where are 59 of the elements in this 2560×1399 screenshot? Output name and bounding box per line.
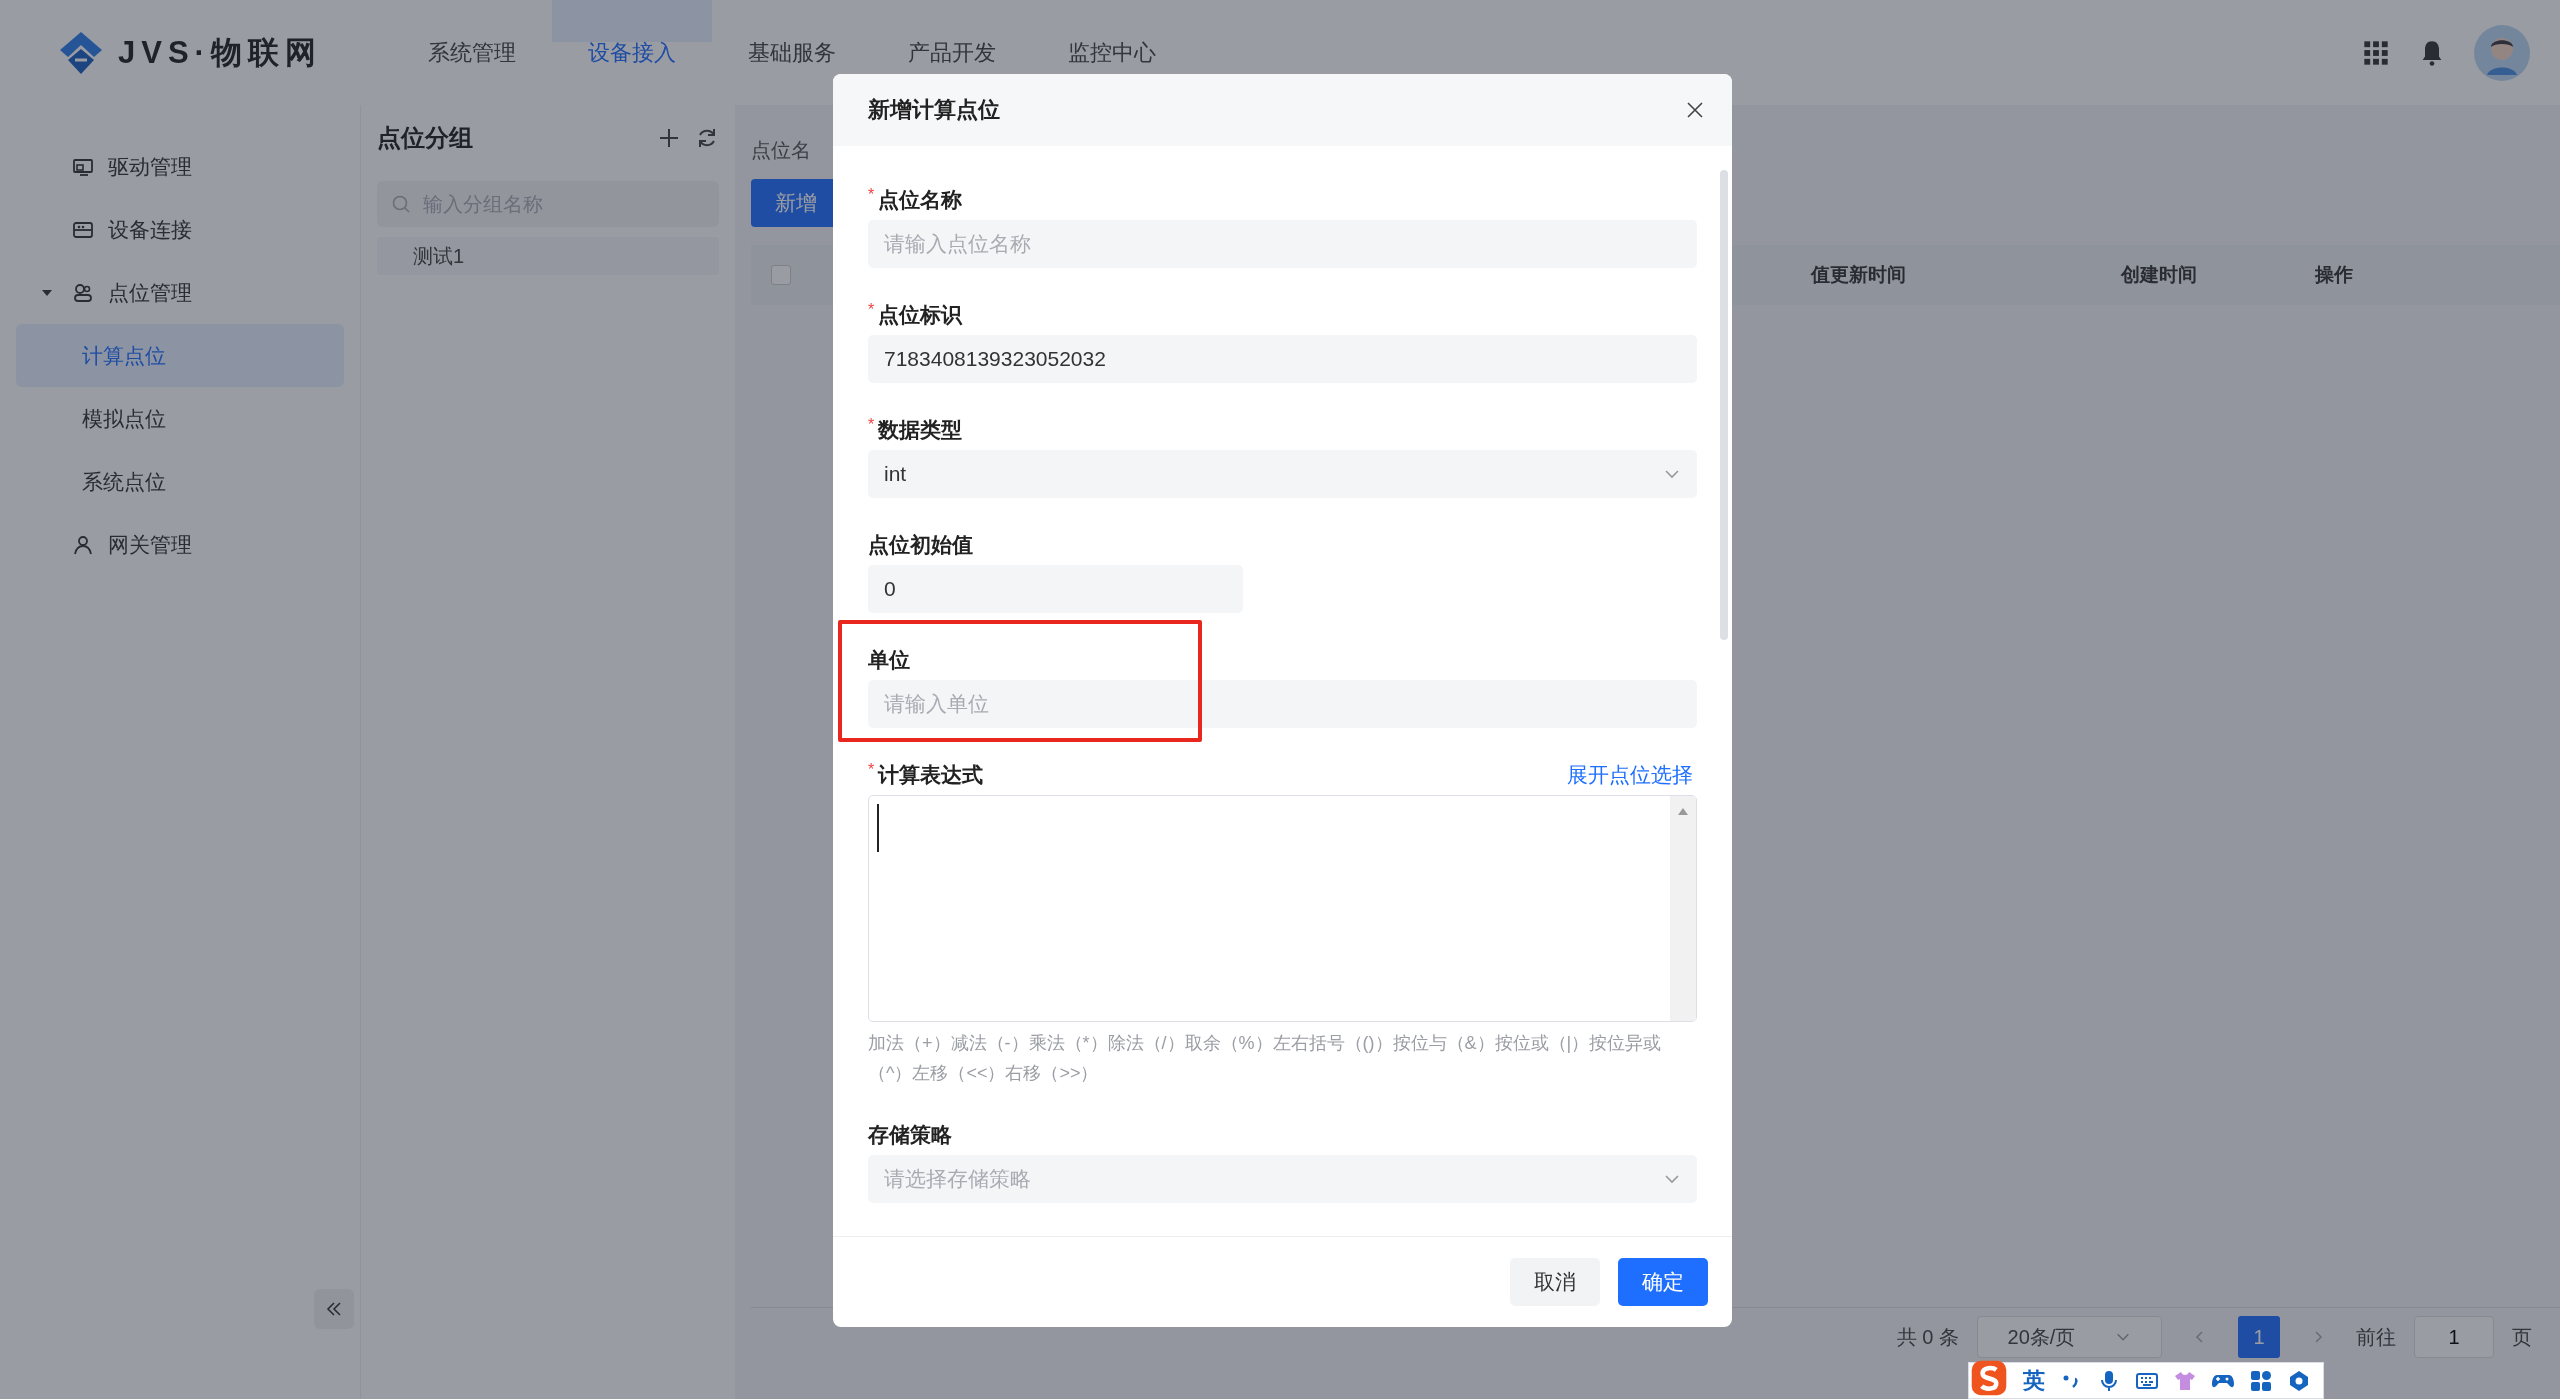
page-suffix: 页 [2512,1325,2532,1350]
required-mark: * [868,761,875,779]
field-label: 计算表达式 [878,762,984,788]
sidebar-item[interactable]: 驱动管理 [16,135,344,198]
select-field[interactable]: int [868,450,1697,498]
checkbox[interactable] [771,265,791,285]
column-header: 操作 [2315,263,2353,287]
scroll-up-icon[interactable] [1677,806,1689,816]
users-icon [72,281,94,304]
sidebar-item[interactable]: 系统点位 [16,450,344,513]
text-field[interactable]: 0 [868,565,1243,613]
field-label: 单位 [868,647,910,673]
sidebar-item[interactable]: 模拟点位 [16,387,344,450]
dialog-title: 新增计算点位 [868,96,1000,124]
text-field[interactable]: 7183408139323052032 [868,335,1697,383]
sidebar-item[interactable]: 网关管理 [16,513,344,576]
column-header: 创建时间 [2121,263,2198,287]
ime-mode[interactable]: 英 [2023,1365,2045,1396]
apps-grid-icon[interactable] [2362,38,2390,67]
required-mark: * [868,416,875,434]
nav-tab[interactable]: 系统管理 [391,0,552,105]
panel-title: 点位分组 [377,123,473,153]
filter-label: 点位名 [751,138,812,163]
search-icon [391,194,411,214]
scrollbar[interactable] [1720,170,1728,640]
apps-icon[interactable] [2249,1368,2273,1393]
nav-tab[interactable]: 监控中心 [1031,0,1192,105]
page-input[interactable]: 1 [2414,1316,2494,1358]
text-field[interactable]: 请输入点位名称 [868,220,1697,268]
add-icon[interactable] [657,126,681,150]
app-logo-text: JVS·物联网 [118,33,322,72]
group-item[interactable]: 测试1 [377,237,719,275]
person-icon [72,533,94,556]
sidebar-item[interactable]: 点位管理 [16,261,344,324]
expression-field[interactable] [868,795,1697,1022]
page-button[interactable]: 1 [2238,1316,2280,1358]
expand-link[interactable]: 展开点位选择 [1567,761,1693,789]
sidebar-item[interactable]: 设备连接 [16,198,344,261]
confirm-button[interactable]: 确定 [1618,1258,1708,1306]
collapse-button[interactable] [314,1289,354,1329]
operator-hint: 加法（+）减法（-）乘法（*）除法（/）取余（%）左右括号（()）按位与（&）按位或（|）按位异或（^）左移（<<）右移（>>） [868,1032,1663,1085]
logo-icon [58,29,104,76]
field-label: 数据类型 [878,417,963,443]
cancel-button[interactable]: 取消 [1510,1258,1600,1306]
avatar-icon[interactable] [2474,24,2530,81]
goto-label: 前往 [2356,1325,2396,1350]
required-mark: * [868,186,875,204]
field-label: 点位标识 [878,302,963,328]
field-label: 点位名称 [878,187,963,213]
page-size-select[interactable]: 20条/页 [1977,1316,2162,1358]
column-header: 值更新时间 [1811,263,1907,287]
field-label: 存储策略 [868,1122,952,1148]
sidebar-item[interactable]: 计算点位 [16,324,344,387]
field-label: 点位初始值 [868,532,973,558]
text-field[interactable]: 请输入单位 [868,680,1697,728]
required-mark: * [868,301,875,319]
double-chevron-left-icon [325,1300,343,1318]
close-icon [1685,100,1705,120]
total-count: 共 0 条 [1896,1325,1959,1350]
